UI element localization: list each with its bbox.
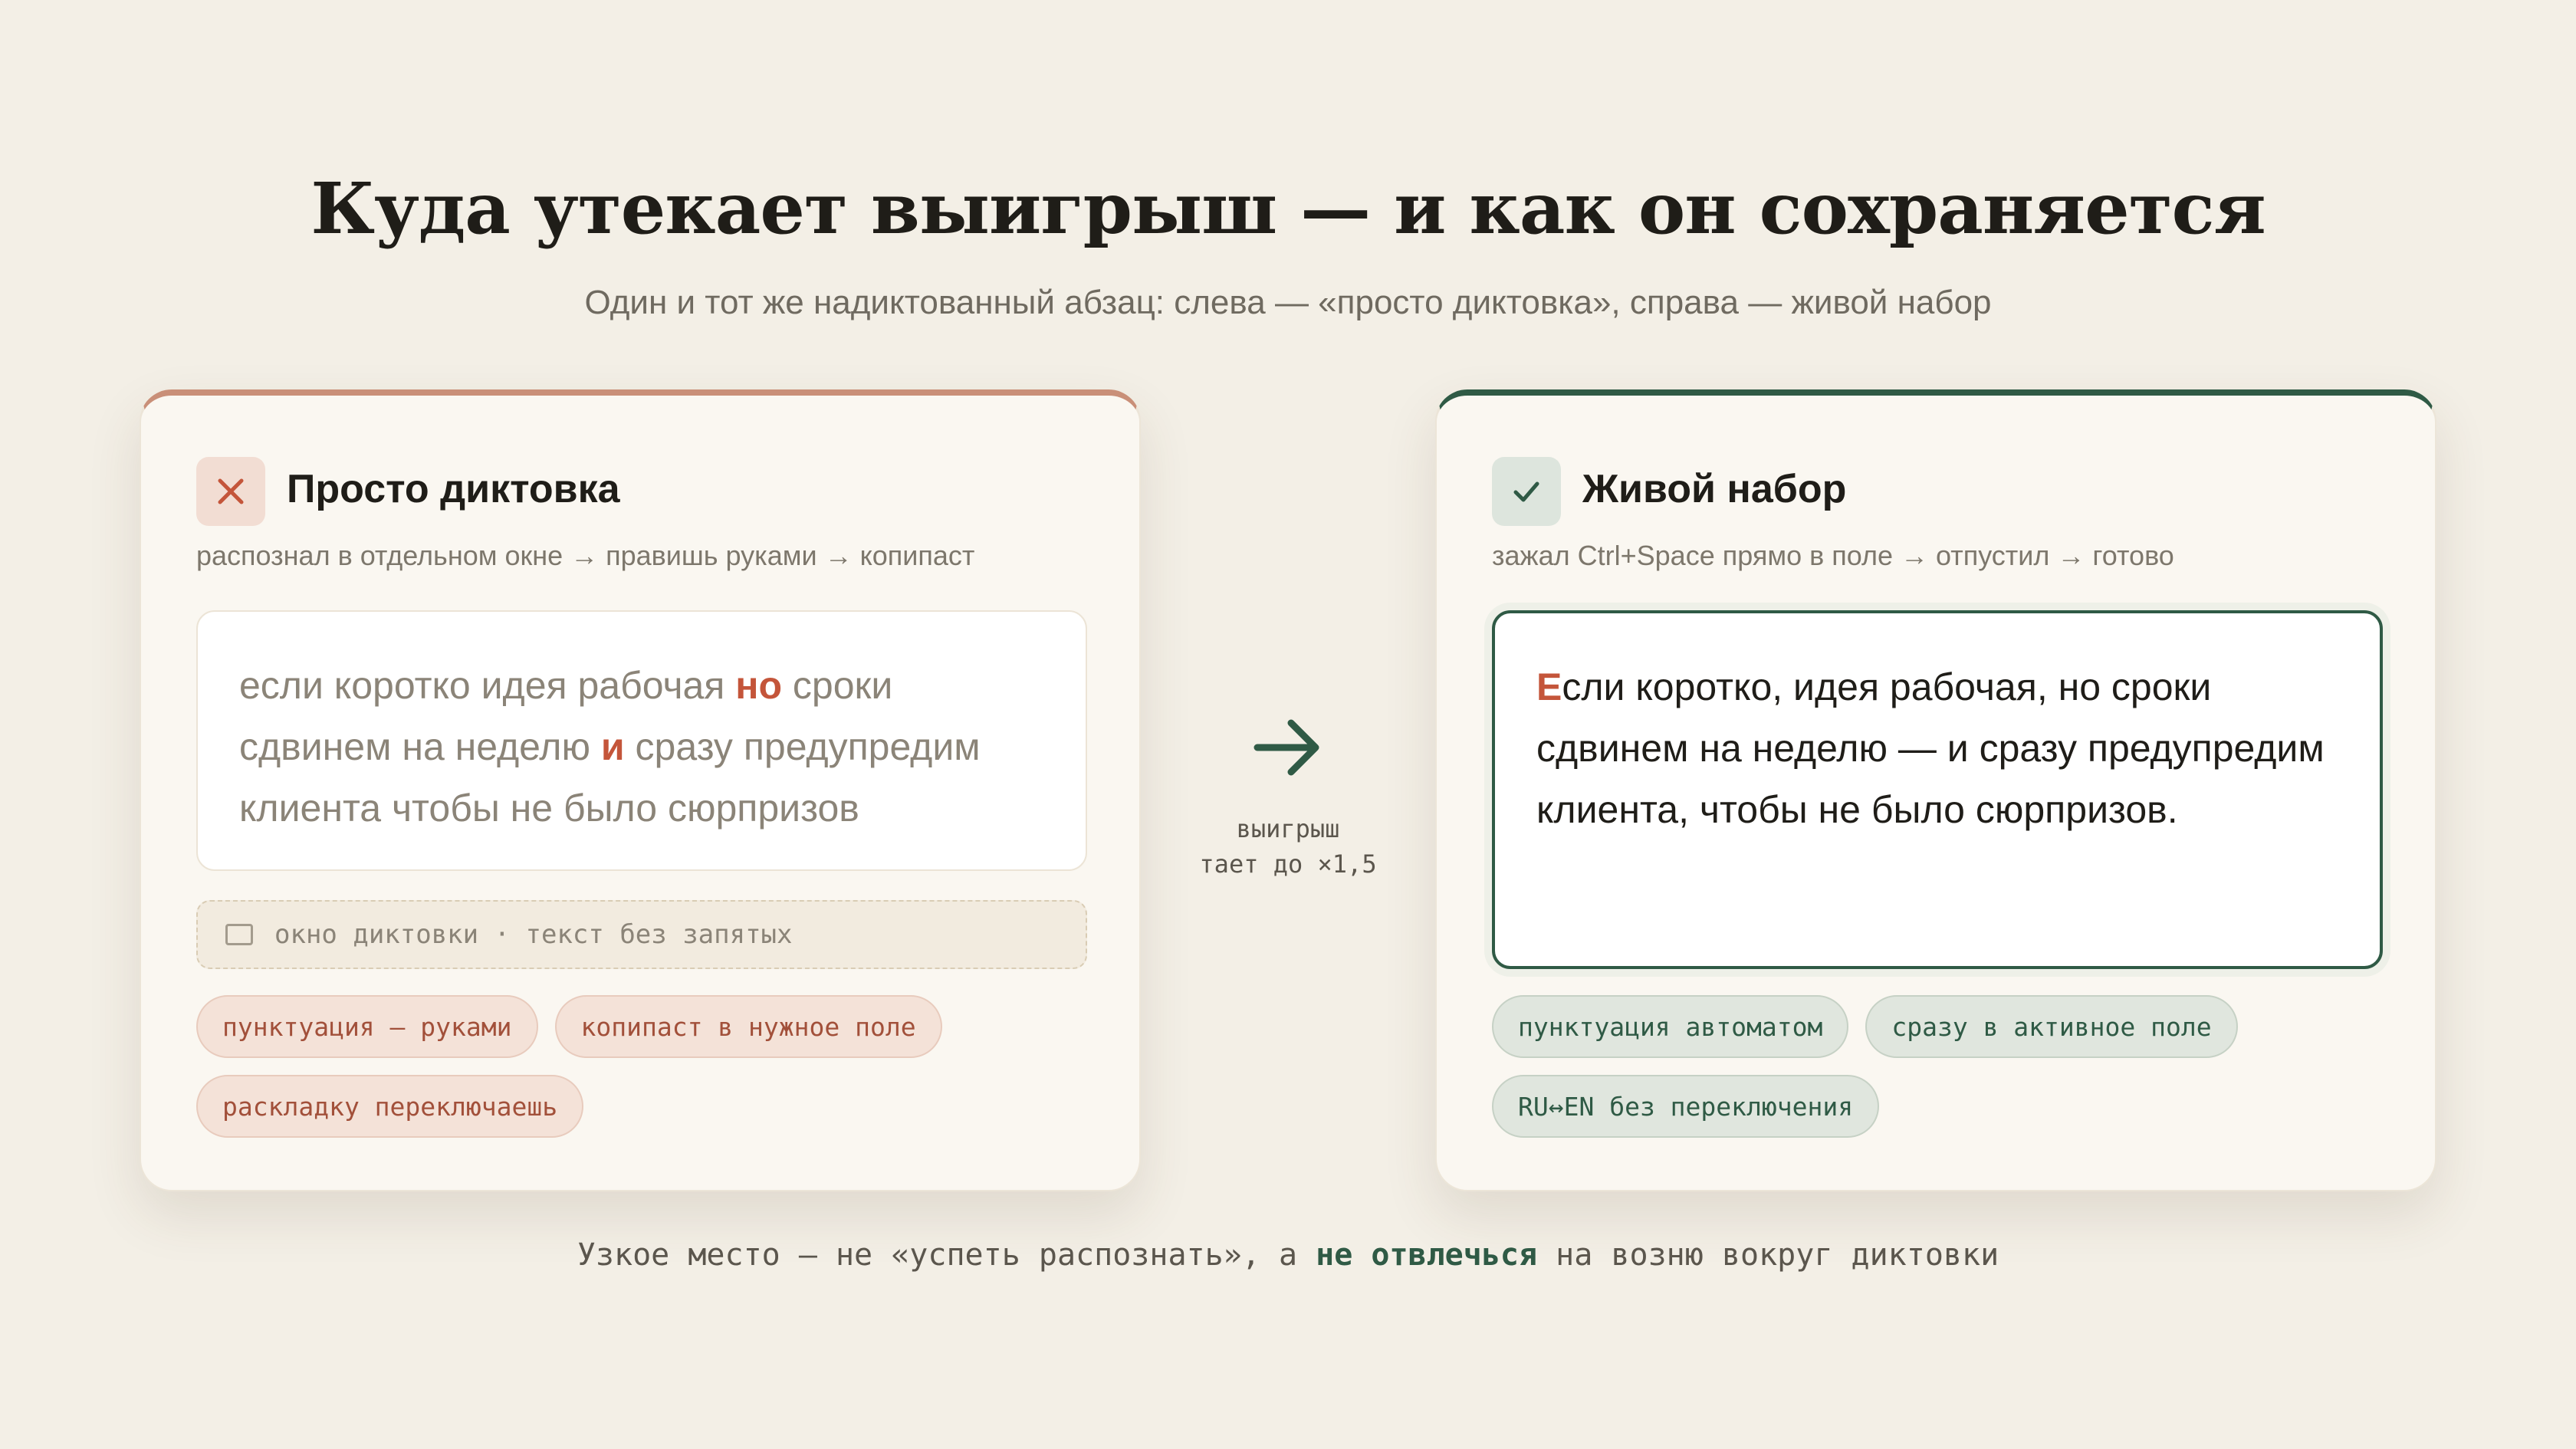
chip: раскладку переключаешь — [196, 1075, 584, 1138]
text-line: если коротко идея рабочая но сроки — [239, 664, 893, 707]
dictation-window-label: окно диктовки · текст без запятых — [274, 919, 793, 950]
plain-dictation-card: Просто диктовка распознал в отдельном ок… — [140, 389, 1141, 1191]
gain-label: выигрыш тает до ×1,5 — [1199, 814, 1377, 879]
text-line: сдвинем на неделю и сразу предупредим — [239, 725, 981, 768]
dictation-window-bar: окно диктовки · текст без запятых — [196, 900, 1087, 969]
chip: копипаст в нужное поле — [554, 995, 942, 1058]
chip: пунктуация автоматом — [1492, 995, 1849, 1058]
close-icon — [196, 457, 265, 526]
chip: пунктуация — руками — [196, 995, 538, 1058]
card-title: Живой набор — [1582, 467, 1847, 511]
footer-note: Узкое место — не «успеть распознать», а … — [577, 1237, 1999, 1273]
text-line: клиента, чтобы не было сюрпризов. — [1536, 788, 2178, 831]
cursor-letter: Е — [1536, 665, 1562, 708]
check-icon — [1492, 457, 1561, 526]
text-line: Если коротко, идея рабочая, но сроки — [1536, 665, 2212, 708]
card-subtitle: зажал Ctrl+Space прямо в поле → отпустил… — [1492, 540, 2174, 571]
page-title: Куда утекает выигрыш — и как он сохраняе… — [310, 167, 2266, 250]
drawback-chips: пунктуация — руками копипаст в нужное по… — [196, 995, 1116, 1138]
keyboard-icon — [225, 924, 253, 945]
dictated-text-box: если коротко идея рабочая но сроки сдвин… — [196, 610, 1087, 871]
missing-comma-highlight: но — [735, 664, 783, 707]
arrow-right-icon — [1254, 719, 1319, 776]
card-subtitle: распознал в отдельном окне → правишь рук… — [196, 540, 975, 571]
live-text-field[interactable]: Если коротко, идея рабочая, но сроки сдв… — [1492, 610, 2383, 969]
page-subtitle: Один и тот же надиктованный абзац: слева… — [584, 284, 1992, 321]
benefit-chips: пунктуация автоматом сразу в активное по… — [1492, 995, 2412, 1138]
card-title: Просто диктовка — [287, 467, 620, 511]
missing-dash-highlight: и — [600, 725, 625, 768]
text-line: клиента чтобы не было сюрпризов — [239, 787, 859, 830]
footer-emphasis: не отвлечься — [1316, 1237, 1538, 1273]
chip: сразу в активное поле — [1865, 995, 2238, 1058]
live-typing-card: Живой набор зажал Ctrl+Space прямо в пол… — [1435, 389, 2436, 1191]
chip: RU↔EN без переключения — [1492, 1075, 1880, 1138]
text-line: сдвинем на неделю — и сразу предупредим — [1536, 727, 2325, 770]
